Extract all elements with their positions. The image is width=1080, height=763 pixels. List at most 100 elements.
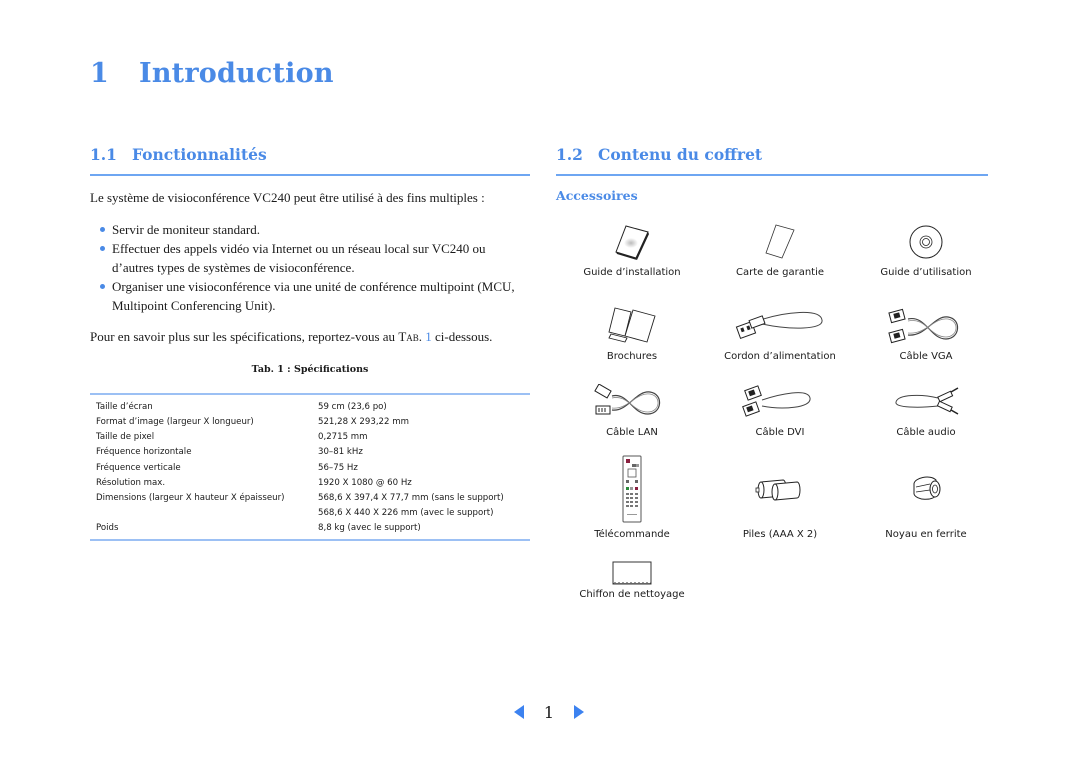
accessory-label: Câble audio [896,427,956,438]
cd-icon [909,225,943,259]
spec-label: Dimensions (largeur X hauteur X épaisseu… [96,493,285,504]
section-number: 1.2 [556,145,583,164]
card-icon [765,224,795,259]
accessory-label: Piles (AAA X 2) [742,529,818,540]
table-row: Poids 8,8 kg (avec le support) [90,521,530,540]
bullet-icon [100,227,105,232]
spec-label: Poids [96,523,119,534]
accessory-label: Câble LAN [606,427,658,438]
intro-paragraph: Le système de visioconférence VC240 peut… [90,190,485,205]
brochures-icon [608,307,656,343]
list-item: Effectuer des appels vidéo via Internet … [100,239,530,277]
chapter-title-text: Introduction [139,58,334,89]
table-row: Fréquence horizontale 30–81 kHz [90,445,530,460]
audio-cable-icon [895,387,959,415]
spec-label: Fréquence verticale [96,462,181,473]
accessory-item: Chiffon de nettoyage [560,558,704,602]
accessory-label: Câble DVI [755,427,805,438]
spec-label: Format d’image (largeur X longueur) [96,416,254,427]
table-row: Résolution max. 1920 X 1080 @ 60 Hz [90,475,530,490]
spec-value: 59 cm (23,6 po) [318,402,387,412]
table-row: Taille d’écran 59 cm (23,6 po) [90,394,530,414]
spec-label: Résolution max. [96,477,166,488]
page-number: 1 [543,702,555,722]
accessory-label: Télécommande [594,529,670,540]
previous-page-icon[interactable] [514,705,524,719]
list-item: Organiser une visioconférence via une un… [100,277,530,315]
power-cord-icon [735,311,823,340]
accessory-item: Câble LAN [560,378,704,440]
accessory-label: Chiffon de nettoyage [579,589,685,600]
spec-value: 8,8 kg (avec le support) [318,523,421,534]
spec-label: Taille d’écran [96,402,153,412]
bullet-icon [100,246,105,251]
accessory-label: Câble VGA [899,351,953,362]
accessory-item: Brochures [560,302,704,364]
table-row: Fréquence verticale 56–75 Hz [90,460,530,475]
list-item-text: Servir de moniteur standard. [112,222,261,237]
accessory-label: Guide d’installation [583,267,681,278]
section-divider [90,174,530,176]
reference-text-before: Pour en savoir plus sur les spécificatio… [90,329,399,344]
section-contents: 1.2 Contenu du coffret Accessoires [556,140,988,203]
lan-cable-icon [594,384,661,415]
next-page-icon[interactable] [574,705,584,719]
booklet-icon [615,225,649,260]
spec-value: 1920 X 1080 @ 60 Hz [318,477,412,488]
accessory-item: Cordon d’alimentation [708,302,852,364]
table-abbrev: Tab. [398,329,423,344]
table-row: Taille de pixel 0,2715 mm [90,429,530,444]
accessory-label: Noyau en ferrite [885,529,967,540]
vga-cable-icon [888,308,959,344]
section-title: Fonctionnalités [132,145,267,164]
chapter-title: 1 Introduction [90,58,334,89]
accessory-item: Câble VGA [854,302,998,364]
section-heading-contents: 1.2 Contenu du coffret [556,140,988,170]
list-item: Servir de moniteur standard. [100,220,530,239]
section-heading-features: 1.1 Fonctionnalités [90,140,530,170]
accessory-label: Carte de garantie [735,267,825,278]
reference-text-after: ci-dessous. [431,329,493,344]
page-navigation: 1 [514,700,584,724]
accessories-heading: Accessoires [556,188,638,203]
table-row: 568,6 X 440 X 226 mm (avec le support) [90,506,530,521]
accessory-label: Guide d’utilisation [880,267,972,278]
accessory-item: Télécommande [560,450,704,542]
specifications-table: Taille d’écran 59 cm (23,6 po) Format d’im… [90,393,530,542]
table-caption: Tab. 1 : Spécifications [251,364,369,375]
accessory-item: Piles (AAA X 2) [708,450,852,542]
cleaning-cloth-icon [612,561,652,585]
bullet-icon [100,284,105,289]
accessory-item: Noyau en ferrite [854,450,998,542]
chapter-number: 1 [90,58,109,89]
table-row: Format d’image (largeur X longueur) 521,2… [90,414,530,429]
spec-label [90,506,312,521]
accessory-item: Carte de garantie [708,218,852,280]
spec-value: 521,28 X 293,22 mm [318,416,409,427]
table-row: Dimensions (largeur X hauteur X épaisseu… [90,490,530,505]
dvi-cable-icon [742,385,811,417]
batteries-icon [755,479,801,501]
spec-value: 0,2715 mm [318,431,368,442]
list-item-text: Organiser une visioconférence via une un… [112,279,515,313]
spec-reference-paragraph: Pour en savoir plus sur les spécificatio… [90,328,530,345]
remote-control-icon [622,455,642,523]
accessory-item: Guide d’utilisation [854,218,998,280]
section-features: 1.1 Fonctionnalités Le système de visioco… [90,140,530,542]
features-list: Servir de moniteur standard. Effectuer d… [90,220,530,315]
section-number: 1.1 [90,145,117,164]
section-divider [556,174,988,176]
accessory-label: Brochures [606,351,658,362]
spec-label: Taille de pixel [96,431,155,442]
accessory-item: Câble DVI [708,378,852,440]
section-title: Contenu du coffret [598,145,763,164]
spec-value: 568,6 X 440 X 226 mm (avec le support) [318,508,494,519]
ferrite-core-icon [913,476,941,500]
spec-value: 568,6 X 397,4 X 77,7 mm (sans le support… [318,493,504,504]
list-item-text: Effectuer des appels vidéo via Internet … [112,241,486,275]
spec-value: 30–81 kHz [318,447,363,458]
accessory-item: Guide d’installation [560,218,704,280]
spec-label: Fréquence horizontale [96,447,192,458]
accessory-item: Câble audio [854,378,998,440]
spec-value: 56–75 Hz [318,462,358,473]
